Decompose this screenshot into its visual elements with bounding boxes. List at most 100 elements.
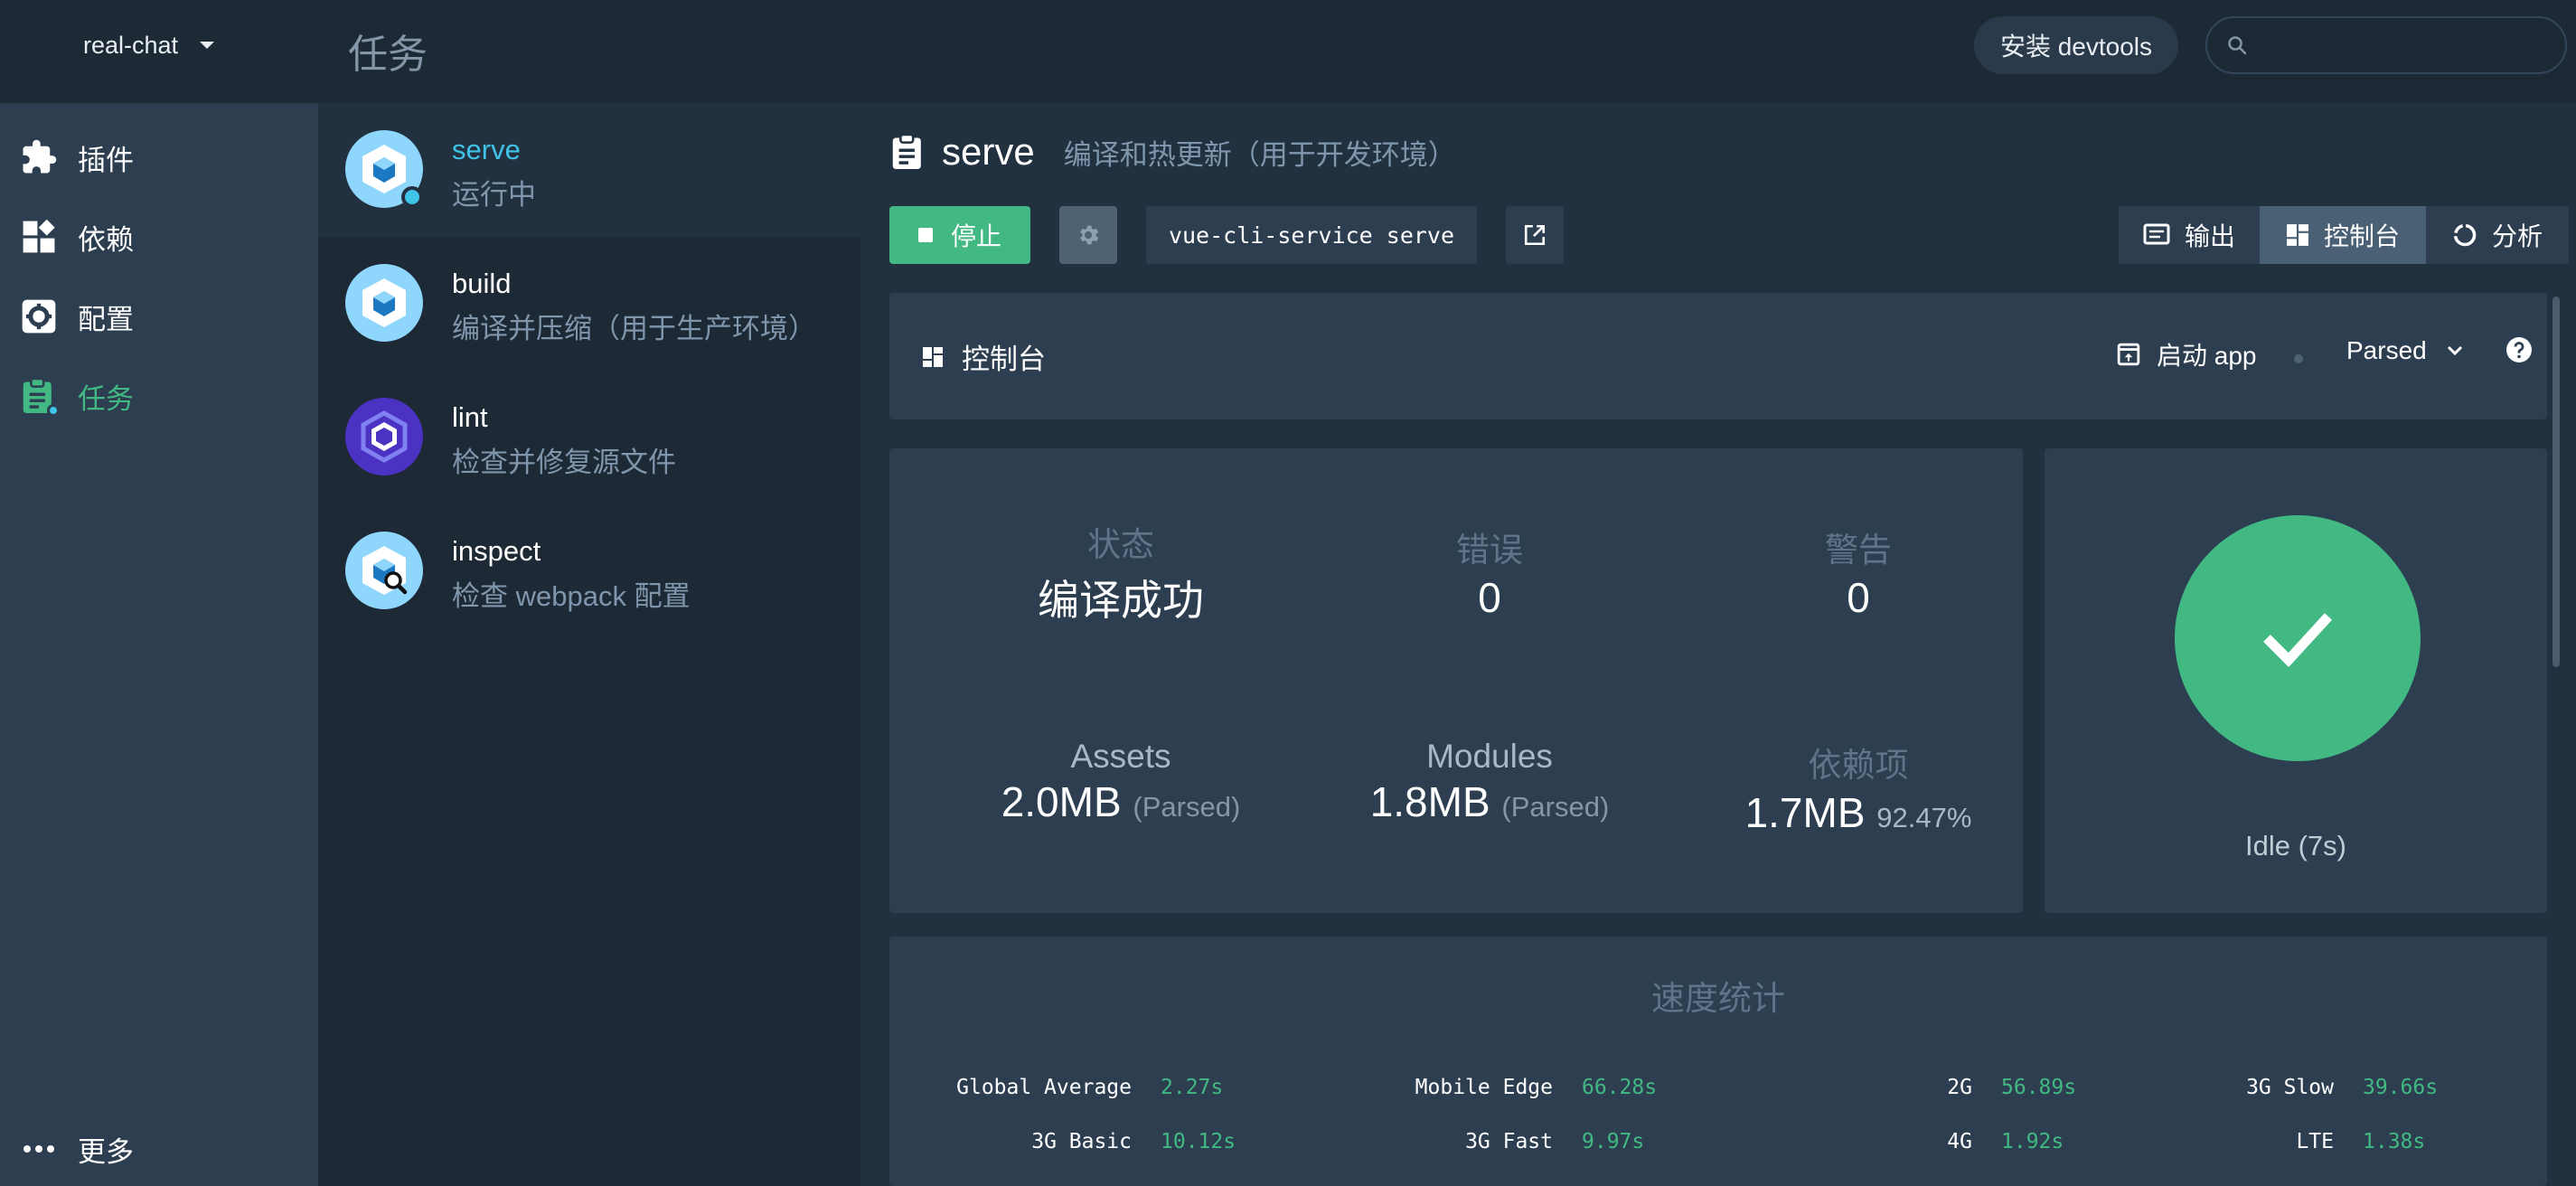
speed-network: LTE	[2296, 1130, 2334, 1153]
stat-label: 错误	[1456, 532, 1523, 569]
stat-value: 编译成功	[1038, 577, 1204, 624]
tab-analyzer[interactable]: 分析	[2426, 206, 2569, 264]
install-devtools-button[interactable]: 安装 devtools	[1974, 16, 2178, 74]
dashboard-icon	[923, 346, 943, 367]
search-input[interactable]	[2261, 31, 2565, 60]
more-dots-icon	[20, 1130, 58, 1168]
task-item-inspect[interactable]: inspect 检查 webpack 配置	[318, 504, 860, 638]
nav-label: 更多	[78, 1135, 134, 1168]
task-name: inspect	[452, 535, 541, 567]
task-description: 检查并修复源文件	[452, 447, 676, 478]
puzzle-icon	[20, 138, 58, 176]
clipboard-icon	[892, 133, 921, 169]
search-icon	[2228, 36, 2247, 55]
tab-label: 控制台	[2323, 222, 2400, 250]
check-icon	[2263, 613, 2333, 667]
speed-row: LTE 1.38s	[2171, 1130, 2425, 1153]
top-bar: real-chat 任务 安装 devtools	[0, 0, 2576, 103]
nav-label: 依赖	[78, 223, 134, 256]
build-stats: 状态 编译成功 错误 0 警告 0 Assets 2.0MB (Parsed) …	[889, 448, 2023, 913]
speed-time: 2.27s	[1161, 1076, 1224, 1099]
config-gear-icon	[20, 297, 58, 335]
task-name: serve	[452, 134, 521, 165]
separator-dot	[2294, 354, 2303, 363]
help-icon	[2506, 337, 2532, 362]
nav-label: 插件	[78, 144, 134, 176]
nav-item-plugins[interactable]: 插件	[0, 119, 318, 195]
task-description: 检查 webpack 配置	[452, 580, 691, 612]
status-success-badge	[2175, 515, 2421, 761]
help-button[interactable]	[2505, 336, 2533, 368]
gear-icon	[1080, 225, 1099, 245]
nav-item-tasks[interactable]: 任务	[0, 358, 318, 434]
stat-percent: 92.47%	[1876, 802, 1972, 833]
speed-time: 66.28s	[1582, 1076, 1658, 1099]
speed-time: 56.89s	[2001, 1076, 2077, 1099]
clipboard-icon	[20, 377, 60, 417]
speed-network: 2G	[1947, 1076, 1972, 1099]
stat-value: 2.0MB	[1001, 778, 1122, 825]
nav-label: 配置	[78, 303, 134, 335]
webpack-inspect-icon	[345, 532, 423, 609]
stat-value: 1.7MB	[1744, 789, 1866, 836]
task-subtitle: 编译和热更新（用于开发环境）	[1063, 138, 1456, 171]
stat-label: Modules	[1426, 738, 1553, 775]
speed-time: 10.12s	[1161, 1130, 1236, 1153]
launch-app-button[interactable]: 启动 app	[2117, 336, 2257, 372]
speed-time: 9.97s	[1582, 1130, 1645, 1153]
task-settings-button[interactable]	[1059, 206, 1117, 264]
dependencies-icon	[20, 218, 58, 256]
speed-row: 4G 1.92s	[1791, 1130, 2064, 1153]
speed-time: 1.92s	[2001, 1130, 2064, 1153]
stat-status: 状态 编译成功	[985, 517, 1256, 627]
task-item-lint[interactable]: lint 检查并修复源文件	[318, 371, 860, 504]
stat-dependencies: 依赖项 1.7MB 92.47%	[1687, 738, 2030, 837]
stat-unit: (Parsed)	[1501, 791, 1610, 823]
command-chip[interactable]: vue-cli-service serve	[1146, 206, 1477, 264]
project-switcher[interactable]: real-chat	[83, 27, 216, 63]
speed-row: Mobile Edge 66.28s	[1368, 1076, 1657, 1099]
status-label: Idle (7s)	[2245, 830, 2346, 861]
speed-stats-title: 速度统计	[1651, 980, 1785, 1017]
task-description: 运行中	[452, 179, 536, 211]
nav-item-config[interactable]: 配置	[0, 278, 318, 354]
scrollbar[interactable]	[2552, 296, 2560, 667]
stat-label: 依赖项	[1808, 747, 1909, 784]
speed-row: 3G Basic 10.12s	[947, 1130, 1236, 1153]
nav-label: 任务	[78, 382, 134, 415]
open-external-button[interactable]	[1506, 206, 1564, 264]
stat-errors: 错误 0	[1354, 522, 1625, 622]
tab-output[interactable]: 输出	[2119, 206, 2260, 264]
task-item-serve[interactable]: serve 运行中	[318, 103, 860, 237]
search-box[interactable]	[2205, 16, 2567, 74]
speed-network: 3G Slow	[2246, 1076, 2334, 1099]
speed-network: 4G	[1947, 1130, 1972, 1153]
speed-network: 3G Fast	[1465, 1130, 1553, 1153]
stat-modules: Modules 1.8MB (Parsed)	[1318, 738, 1661, 826]
tab-label: 分析	[2491, 222, 2543, 250]
speed-row: Global Average 2.27s	[947, 1076, 1223, 1099]
size-mode-select[interactable]: Parsed	[2346, 336, 2463, 365]
task-item-build[interactable]: build 编译并压缩（用于生产环境）	[318, 237, 860, 371]
speed-network: Global Average	[956, 1076, 1132, 1099]
chevron-down-icon	[2447, 345, 2462, 356]
task-description: 编译并压缩（用于生产环境）	[452, 313, 816, 344]
running-indicator	[47, 404, 60, 417]
speed-row: 3G Fast 9.97s	[1368, 1130, 1644, 1153]
stop-label: 停止	[950, 222, 1001, 250]
speed-row: 3G Slow 39.66s	[2171, 1076, 2438, 1099]
build-status: Idle (7s)	[2045, 448, 2547, 913]
open-in-new-icon	[1524, 224, 1546, 246]
nav-item-more[interactable]: 更多	[0, 1117, 318, 1181]
stat-label: Assets	[1070, 738, 1171, 775]
speed-stats: 速度统计 Global Average 2.27s Mobile Edge 66…	[889, 937, 2547, 1186]
speed-time: 39.66s	[2363, 1076, 2439, 1099]
nav-item-dependencies[interactable]: 依赖	[0, 199, 318, 275]
tab-dashboard[interactable]: 控制台	[2260, 206, 2426, 264]
task-list: serve 运行中 build 编译并压缩（用于生产环境） lint 检查并修复…	[318, 103, 860, 1186]
stat-unit: (Parsed)	[1133, 791, 1241, 823]
dashboard-header: 控制台 启动 app Parsed	[889, 293, 2547, 419]
stop-button[interactable]: 停止	[889, 206, 1030, 264]
size-mode-value: Parsed	[2346, 336, 2427, 364]
dashboard-title: 控制台	[922, 336, 1046, 377]
